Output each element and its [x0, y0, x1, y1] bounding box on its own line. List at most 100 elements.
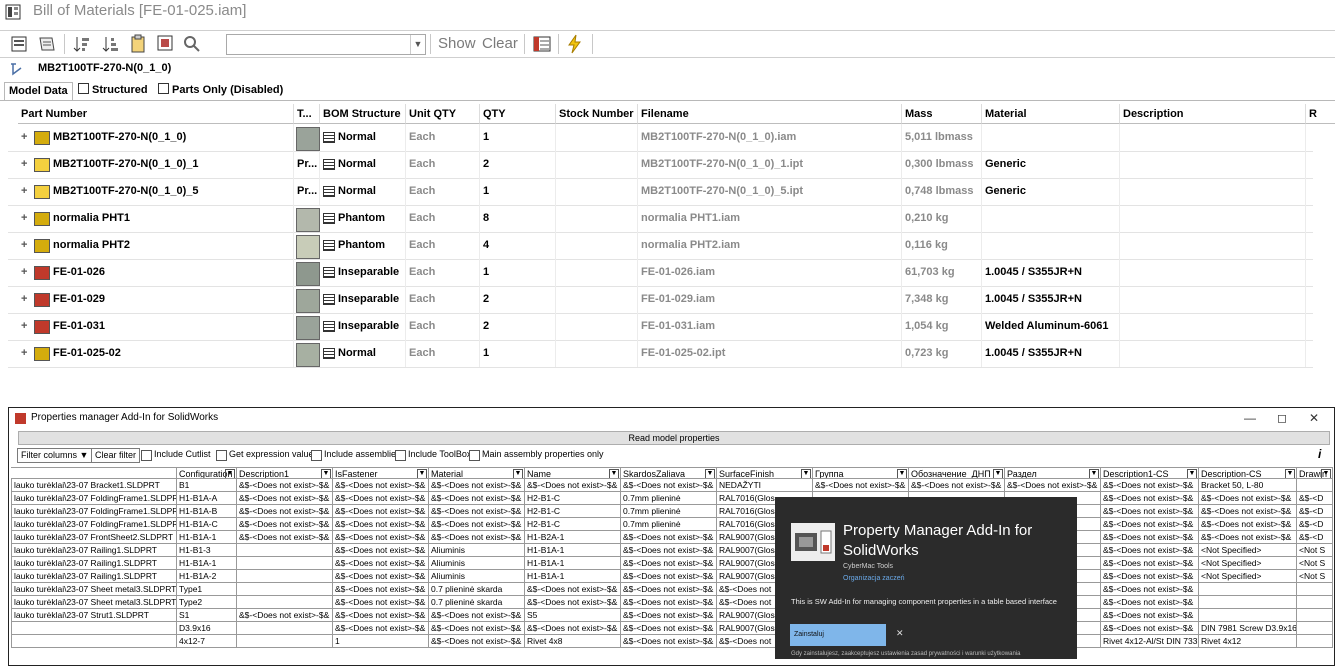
column-filter-icon[interactable]: ▼ — [1089, 469, 1099, 478]
pm-cell[interactable]: &$-<Does not exist>-$& — [621, 570, 717, 583]
table-row[interactable]: + normalia PHT2 Phantom Each 4 normalia PHT2.… — [8, 232, 1313, 260]
pm-cell[interactable] — [1199, 583, 1297, 596]
pm-cell[interactable]: &$-<Does not exist>-$& — [525, 596, 621, 609]
clear-button[interactable]: Clear — [482, 35, 518, 52]
pm-cell[interactable] — [1297, 609, 1333, 622]
column-filter-icon[interactable]: ▼ — [897, 469, 907, 478]
pm-cell[interactable]: &$-<Does not exist>-$& — [525, 622, 621, 635]
pm-cell[interactable]: H2-B1-C — [525, 505, 621, 518]
bom-structure[interactable]: Normal — [320, 151, 406, 178]
pm-cell[interactable]: D3.9x16 — [177, 622, 237, 635]
pm-cell[interactable]: &$-<D — [1297, 492, 1333, 505]
pm-cell[interactable]: H1-B1A-1 — [177, 531, 237, 544]
item-number-icon[interactable] — [156, 34, 176, 54]
pm-column-header[interactable]: Description1-CS ▼ — [1101, 467, 1199, 479]
pm-cell[interactable]: H1-B1-3 — [177, 544, 237, 557]
pm-cell[interactable]: B1 — [177, 479, 237, 492]
pm-cell[interactable] — [237, 557, 333, 570]
pm-cell[interactable]: NEDAŽYTI — [717, 479, 813, 492]
pm-cell[interactable]: Aliuminis — [429, 544, 525, 557]
pm-row-path[interactable]: lauko turėklai\23-07 Sheet metal3.SLDPRT — [11, 583, 177, 596]
column-filter-icon[interactable]: ▼ — [321, 469, 331, 478]
column-header[interactable]: Material — [982, 104, 1120, 124]
pm-row-path[interactable]: lauko turėklai\23-07 Bracket1.SLDPRT — [11, 479, 177, 492]
pm-row-path[interactable] — [11, 622, 177, 635]
pm-cell[interactable] — [1297, 622, 1333, 635]
pm-column-header[interactable]: Группа ▼ — [813, 467, 909, 479]
pm-cell[interactable]: S1 — [177, 609, 237, 622]
pm-cell[interactable]: 4x12-7 — [177, 635, 237, 648]
pm-cell[interactable]: &$-<Does not exist>-$& — [1101, 609, 1199, 622]
column-filter-icon[interactable]: ▼ — [417, 469, 427, 478]
pm-cell[interactable]: &$-<Does not exist>-$& — [525, 479, 621, 492]
pm-cell[interactable]: &$-<Does not exist>-$& — [333, 531, 429, 544]
pm-cell[interactable]: &$-<Does not exist>-$& — [333, 544, 429, 557]
pm-cell[interactable]: &$-<Does not exist>-$& — [237, 518, 333, 531]
get-expression-values-checkbox[interactable] — [216, 450, 227, 461]
expand-toggle[interactable]: + — [18, 205, 32, 232]
pm-cell[interactable]: 0.7 plieninė skarda — [429, 583, 525, 596]
pm-cell[interactable]: &$-<Does not exist>-$& — [333, 479, 429, 492]
pm-cell[interactable]: H1-B1A-1 — [525, 557, 621, 570]
pm-cell[interactable] — [1297, 583, 1333, 596]
pm-cell[interactable]: &$-<Does not exist>-$& — [237, 492, 333, 505]
pm-cell[interactable]: &$-<Does not exist>-$& — [525, 583, 621, 596]
column-filter-icon[interactable]: ▼ — [993, 469, 1003, 478]
bom-structure[interactable]: Inseparable — [320, 313, 406, 340]
pm-column-header[interactable]: Обозначение_ДНП ▼ — [909, 467, 1005, 479]
pm-cell[interactable]: &$-<Does not exist>-$& — [429, 609, 525, 622]
bom-structure[interactable]: Inseparable — [320, 259, 406, 286]
pm-row-path[interactable]: lauko turėklai\23-07 Sheet metal3.SLDPRT — [11, 596, 177, 609]
column-header[interactable]: Unit QTY — [406, 104, 480, 124]
column-header[interactable]: T... — [294, 104, 320, 124]
pm-cell[interactable]: &$-<Does not exist>-$& — [1199, 505, 1297, 518]
pm-cell[interactable]: <Not Specified> — [1199, 570, 1297, 583]
pm-cell[interactable]: &$-<Does not exist>-$& — [237, 609, 333, 622]
pm-cell[interactable] — [237, 596, 333, 609]
pm-cell[interactable]: Type2 — [177, 596, 237, 609]
include-assemblies-checkbox[interactable] — [311, 450, 322, 461]
pm-cell[interactable]: &$-<Does not exist>-$& — [333, 583, 429, 596]
pm-row-path[interactable] — [11, 635, 177, 648]
expand-toggle[interactable]: + — [18, 340, 32, 367]
pm-cell[interactable]: &$-<Does not exist>-$& — [429, 622, 525, 635]
column-filter-icon[interactable]: ▼ — [1321, 469, 1331, 478]
table-row[interactable]: + FE-01-026 Inseparable Each 1 FE-01-026.iam 6… — [8, 259, 1313, 287]
pm-column-header[interactable]: SkardosZaliava ▼ — [621, 467, 717, 479]
filter-columns-button[interactable]: Filter columns ▼ — [17, 448, 93, 463]
pm-column-header[interactable]: Drawin ▼ — [1297, 467, 1333, 479]
column-filter-icon[interactable]: ▼ — [609, 469, 619, 478]
pm-cell[interactable] — [1199, 609, 1297, 622]
pm-cell[interactable] — [237, 544, 333, 557]
pm-cell[interactable]: &$-<Does not exist>-$& — [429, 635, 525, 648]
show-button[interactable]: Show — [438, 35, 476, 52]
pm-cell[interactable]: &$-<Does not exist>-$& — [813, 479, 909, 492]
bom-structure[interactable]: Normal — [320, 124, 406, 151]
pm-cell[interactable]: 0.7mm plieninė — [621, 492, 717, 505]
pm-cell[interactable]: &$-<Does not exist>-$& — [621, 635, 717, 648]
pm-cell[interactable]: 0.7mm plieninė — [621, 505, 717, 518]
pm-cell[interactable]: H1-B1A-1 — [525, 544, 621, 557]
pm-cell[interactable]: &$-<Does not exist>-$& — [333, 505, 429, 518]
pm-column-header[interactable]: Material ▼ — [429, 467, 525, 479]
table-row[interactable]: + MB2T100TF-270-N(0_1_0)_5 Pr... Normal Each… — [8, 178, 1313, 206]
pm-cell[interactable]: &$-<Does not exist>-$& — [1101, 479, 1199, 492]
pm-column-header[interactable]: Description-CS ▼ — [1199, 467, 1297, 479]
pm-cell[interactable]: &$-<Does not exist>-$& — [333, 492, 429, 505]
main-assembly-only-checkbox[interactable] — [469, 450, 480, 461]
pm-cell[interactable] — [1297, 596, 1333, 609]
pm-cell[interactable]: <Not S — [1297, 544, 1333, 557]
pm-cell[interactable]: &$-<Does not exist>-$& — [1101, 505, 1199, 518]
pm-cell[interactable]: &$-<Does not exist>-$& — [429, 505, 525, 518]
pm-cell[interactable]: H1-B1A-A — [177, 492, 237, 505]
info-icon[interactable]: i — [1318, 447, 1321, 461]
report-icon[interactable] — [37, 34, 57, 54]
expand-toggle[interactable]: + — [18, 259, 32, 286]
pm-cell[interactable] — [237, 583, 333, 596]
pm-cell[interactable]: &$-<Does not exist>-$& — [237, 479, 333, 492]
pm-cell[interactable]: <Not Specified> — [1199, 544, 1297, 557]
pm-cell[interactable]: &$-<Does not exist>-$& — [1101, 622, 1199, 635]
pm-cell[interactable]: H2-B1-C — [525, 492, 621, 505]
include-cutlist-checkbox[interactable] — [141, 450, 152, 461]
minimize-icon[interactable]: — — [1235, 410, 1265, 427]
